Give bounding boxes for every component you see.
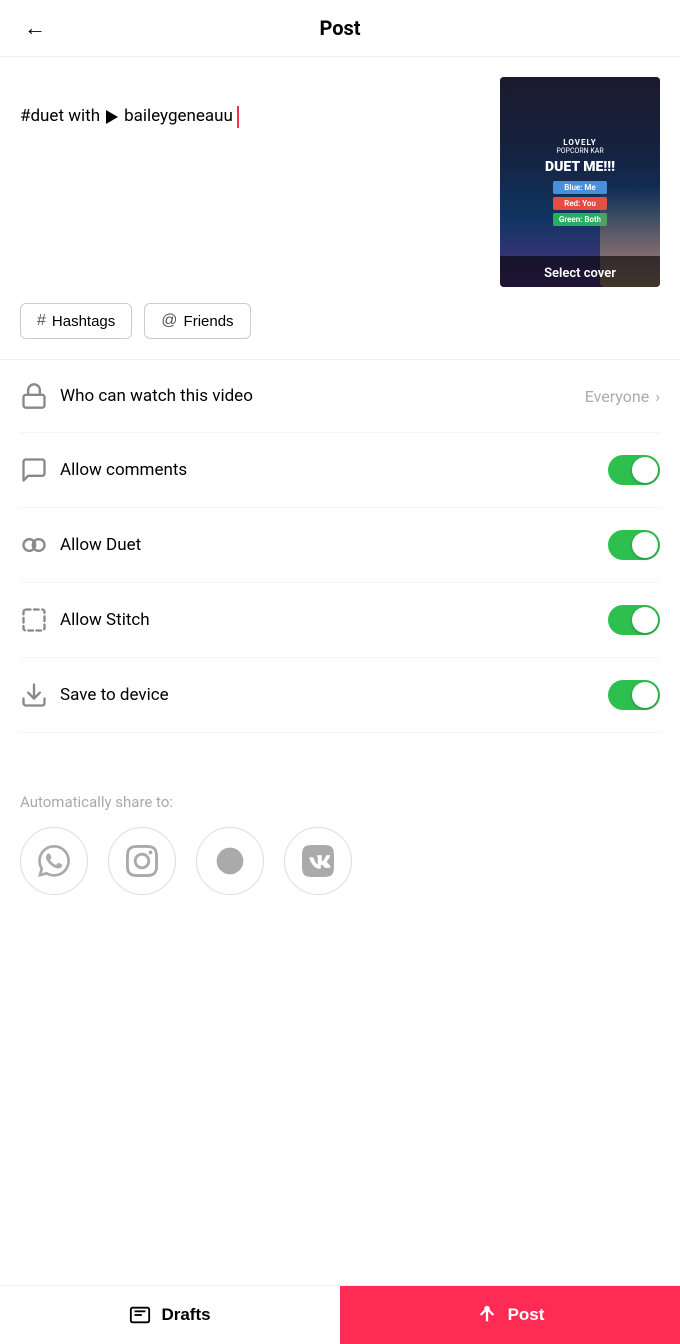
friends-label: Friends [184,313,234,330]
setting-row-watch[interactable]: Who can watch this video Everyone › [20,360,660,433]
thumb-tag-green: Green: Both [553,213,607,226]
thumb-tags: Blue: Me Red: You Green: Both [553,181,607,226]
toggle-knob-stitch [632,607,658,633]
setting-row-duet[interactable]: Allow Duet [20,508,660,583]
whatsapp-icon [38,845,70,877]
watch-label: Who can watch this video [60,386,585,406]
crosspost-icon [214,845,246,877]
thumb-tag-red: Red: You [553,197,607,210]
save-toggle[interactable] [608,680,660,710]
bottom-spacer [0,907,680,997]
hashtag-icon: # [37,312,46,330]
lock-icon [20,382,60,410]
spacer [0,733,680,773]
watch-value: Everyone [585,387,649,406]
duet-prefix: #duet with [20,104,100,130]
download-icon [20,681,60,709]
caption-text: #duet with baileygeneauu [20,77,488,157]
username-tag: baileygeneauu [124,104,233,130]
stitch-toggle[interactable] [608,605,660,635]
tiktok-crosspost-button[interactable] [196,827,264,895]
bottom-buttons-bar: Drafts Post [0,1285,680,1344]
share-section: Automatically share to: [0,773,680,907]
back-button[interactable]: ← [20,11,50,45]
comments-label: Allow comments [60,460,608,480]
tag-buttons-area: # Hashtags @ Friends [0,303,680,359]
stitch-icon [20,606,60,634]
drafts-button[interactable]: Drafts [0,1286,340,1344]
caption-input-area[interactable]: #duet with baileygeneauu [20,77,488,157]
post-label: Post [508,1305,545,1325]
chevron-icon: › [655,387,660,406]
drafts-icon [129,1304,151,1326]
stitch-label: Allow Stitch [60,610,608,630]
play-icon [106,110,118,124]
caption-area: #duet with baileygeneauu LOVELY POPCORN … [0,57,680,303]
duet-icon [20,531,60,559]
post-button[interactable]: Post [340,1286,680,1344]
watch-value-area: Everyone › [585,387,660,406]
select-cover-bar[interactable]: Select cover [500,256,660,287]
hashtags-button[interactable]: # Hashtags [20,303,132,339]
toggle-knob [632,457,658,483]
setting-row-save[interactable]: Save to device [20,658,660,733]
save-label: Save to device [60,685,608,705]
toggle-knob-save [632,682,658,708]
whatsapp-share-button[interactable] [20,827,88,895]
share-label: Automatically share to: [20,793,660,811]
comment-icon [20,456,60,484]
at-icon: @ [161,312,177,330]
text-cursor [237,106,239,128]
back-icon: ← [24,15,46,40]
thumb-line-2: POPCORN KAR [556,147,603,155]
post-icon [476,1304,498,1326]
thumb-line-3: DUET ME!!! [545,159,615,175]
duet-toggle[interactable] [608,530,660,560]
select-cover-label: Select cover [544,266,616,281]
instagram-share-button[interactable] [108,827,176,895]
hashtags-label: Hashtags [52,313,115,330]
friends-button[interactable]: @ Friends [144,303,250,339]
drafts-label: Drafts [161,1305,210,1325]
vk-share-button[interactable] [284,827,352,895]
comments-toggle[interactable] [608,455,660,485]
settings-list: Who can watch this video Everyone › Allo… [0,360,680,733]
header: ← Post [0,0,680,57]
thumb-line-1: LOVELY [563,138,596,147]
instagram-icon [126,845,158,877]
video-thumbnail[interactable]: LOVELY POPCORN KAR DUET ME!!! Blue: Me R… [500,77,660,287]
setting-row-stitch[interactable]: Allow Stitch [20,583,660,658]
setting-row-comments[interactable]: Allow comments [20,433,660,508]
page-title: Post [319,16,360,40]
duet-label: Allow Duet [60,535,608,555]
thumb-tag-blue: Blue: Me [553,181,607,194]
vk-icon [302,845,334,877]
share-icons-row [20,827,660,895]
toggle-knob-duet [632,532,658,558]
